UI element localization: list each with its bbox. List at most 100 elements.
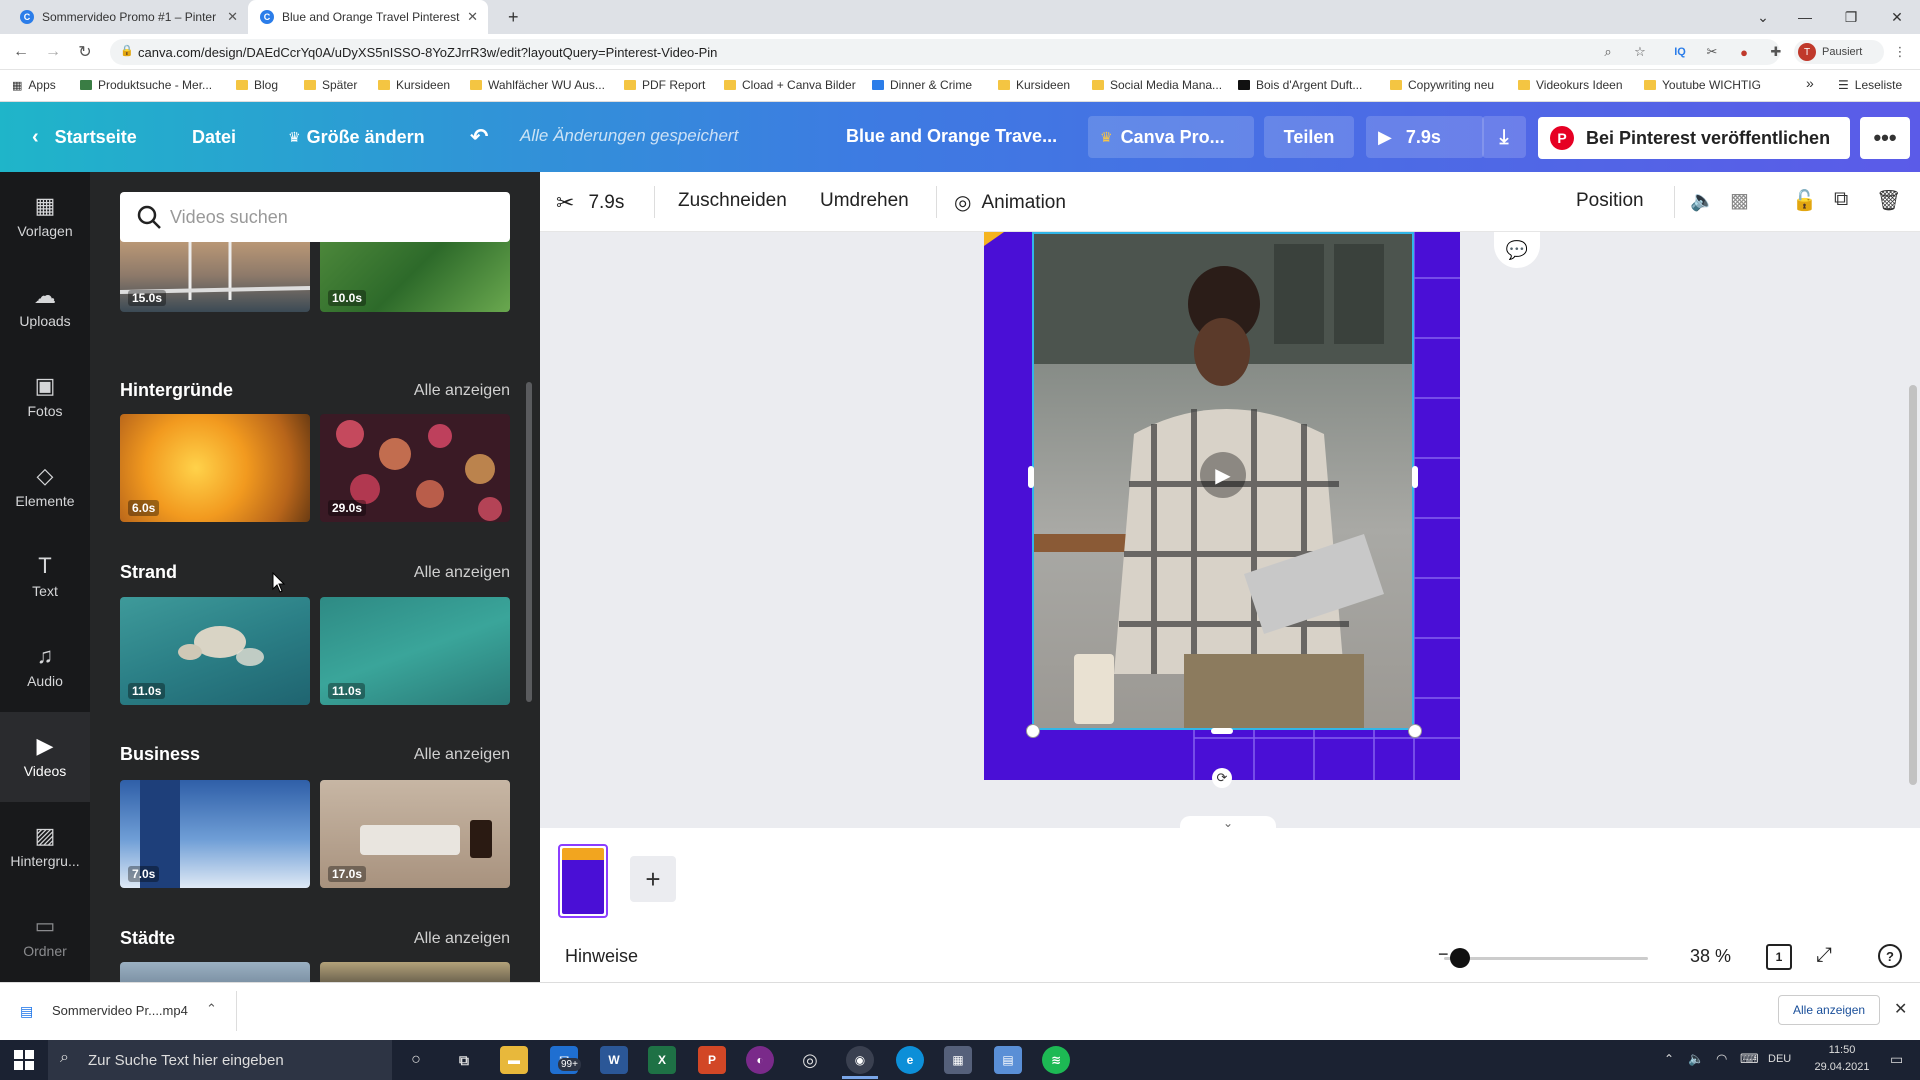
panel-scrollbar[interactable] xyxy=(526,382,532,702)
animation-button[interactable]: ◎ Animation xyxy=(954,190,1066,215)
spotify-icon[interactable]: ≋ xyxy=(1042,1046,1070,1074)
vertical-scrollbar[interactable] xyxy=(1906,232,1920,812)
back-icon[interactable]: ← xyxy=(8,40,34,64)
help-icon[interactable]: ? xyxy=(1878,944,1902,968)
reload-icon[interactable]: ↻ xyxy=(72,40,98,64)
resize-button[interactable]: ♛ Größe ändern xyxy=(276,116,437,158)
tab-search-icon[interactable]: ⌄ xyxy=(1740,0,1786,34)
see-all-link[interactable]: Alle anzeigen xyxy=(414,930,510,948)
extensions-puzzle-icon[interactable]: ✚ xyxy=(1766,42,1786,62)
resize-handle[interactable] xyxy=(1408,724,1422,738)
resize-handle[interactable] xyxy=(1026,724,1040,738)
video-thumbnail[interactable] xyxy=(120,962,310,982)
video-element[interactable]: ▶ xyxy=(1032,232,1414,730)
show-all-downloads-button[interactable]: Alle anzeigen xyxy=(1778,995,1881,1025)
cortana-icon[interactable]: ○ xyxy=(402,1046,430,1074)
zoom-level[interactable]: 38 % xyxy=(1690,946,1731,967)
bookmark-item[interactable]: Wahlfächer WU Aus... xyxy=(470,78,605,92)
zoom-out-icon[interactable]: − xyxy=(1438,944,1449,965)
browser-tab[interactable]: C Sommervideo Promo #1 – Pinter ✕ xyxy=(8,0,248,34)
video-search-input[interactable]: Videos suchen xyxy=(120,192,510,242)
clock-time[interactable]: 11:50 xyxy=(1812,1044,1872,1056)
resize-handle[interactable] xyxy=(1412,466,1418,488)
rail-videos[interactable]: ▶ Videos xyxy=(0,712,90,802)
rail-audio[interactable]: ♫ Audio xyxy=(0,622,90,712)
bookmark-item[interactable]: Kursideen xyxy=(378,78,450,92)
bookmark-item[interactable]: Dinner & Crime xyxy=(872,78,972,92)
wifi-icon[interactable]: ◠ xyxy=(1716,1051,1727,1067)
close-tab-icon[interactable]: ✕ xyxy=(467,9,478,25)
canva-pro-button[interactable]: ♛ Canva Pro... xyxy=(1088,116,1254,158)
play-button[interactable]: ▶ 7.9s xyxy=(1366,116,1484,158)
add-comment-icon[interactable]: 💬 xyxy=(1494,232,1540,268)
delete-icon[interactable]: 🗑 xyxy=(1876,188,1901,213)
app-icon[interactable]: ◐ xyxy=(746,1046,774,1074)
keyboard-icon[interactable]: ⌨ xyxy=(1740,1051,1759,1067)
bookmark-item[interactable]: Bois d'Argent Duft... xyxy=(1238,78,1362,92)
transparency-icon[interactable]: ▩ xyxy=(1730,188,1749,213)
zoom-slider[interactable] xyxy=(1444,957,1648,960)
adblock-extension-icon[interactable]: ● xyxy=(1734,42,1754,62)
download-file-name[interactable]: Sommervideo Pr....mp4 xyxy=(52,1003,188,1018)
speaker-icon[interactable]: 🔈 xyxy=(1688,1051,1704,1067)
fullscreen-icon[interactable]: ⤢ xyxy=(1816,944,1832,967)
bookmark-item[interactable]: PDF Report xyxy=(624,78,705,92)
see-all-link[interactable]: Alle anzeigen xyxy=(414,746,510,764)
notifications-icon[interactable]: ▭ xyxy=(1890,1051,1903,1068)
hints-button[interactable]: Hinweise xyxy=(565,946,638,967)
video-thumbnail[interactable]: 17.0s xyxy=(320,780,510,888)
video-thumbnail[interactable]: 29.0s xyxy=(320,414,510,522)
chrome-icon[interactable]: ◉ xyxy=(846,1046,874,1074)
windows-start-icon[interactable] xyxy=(14,1050,34,1073)
rail-backgrounds[interactable]: ▨ Hintergru... xyxy=(0,802,90,892)
close-icon[interactable]: ✕ xyxy=(1894,999,1907,1019)
document-title[interactable]: Blue and Orange Trave... xyxy=(846,126,1057,147)
word-icon[interactable]: W xyxy=(600,1046,628,1074)
show-pages-toggle[interactable]: ⌄ xyxy=(1180,816,1276,828)
language-indicator[interactable]: DEU xyxy=(1768,1053,1791,1065)
bookmarks-overflow-button[interactable]: » xyxy=(1806,75,1814,91)
see-all-link[interactable]: Alle anzeigen xyxy=(414,564,510,582)
bookmark-star-icon[interactable]: ☆ xyxy=(1630,42,1650,62)
app-icon[interactable]: ▦ xyxy=(944,1046,972,1074)
close-tab-icon[interactable]: ✕ xyxy=(227,9,238,25)
publish-pinterest-button[interactable]: P Bei Pinterest veröffentlichen xyxy=(1538,117,1850,159)
bookmark-item[interactable]: Später xyxy=(304,78,357,92)
close-window-icon[interactable]: ✕ xyxy=(1874,0,1920,34)
trim-button[interactable]: ✂ 7.9s xyxy=(556,190,624,216)
lock-icon[interactable]: 🔓 xyxy=(1792,188,1817,213)
rail-uploads[interactable]: ☁ Uploads xyxy=(0,262,90,352)
page-thumbnail[interactable] xyxy=(558,844,608,918)
play-icon[interactable]: ▶ xyxy=(1200,452,1246,498)
bookmark-item[interactable]: Cload + Canva Bilder xyxy=(724,78,856,92)
zoom-icon[interactable]: ⌕ xyxy=(1598,42,1618,62)
iq-extension-icon[interactable]: IQ xyxy=(1670,42,1690,62)
duplicate-icon[interactable]: ⧉ xyxy=(1834,188,1848,211)
bookmark-item[interactable]: Kursideen xyxy=(998,78,1070,92)
bookmark-apps[interactable]: ▦ Apps xyxy=(12,78,56,92)
video-thumbnail[interactable]: 11.0s xyxy=(320,597,510,705)
volume-icon[interactable]: 🔈 xyxy=(1690,188,1715,213)
page-count-button[interactable]: 1 xyxy=(1766,944,1792,970)
position-button[interactable]: Position xyxy=(1576,190,1644,212)
excel-icon[interactable]: X xyxy=(648,1046,676,1074)
taskbar-search-input[interactable]: ⌕ Zur Suche Text hier eingeben xyxy=(48,1040,392,1080)
forward-icon[interactable]: → xyxy=(40,40,66,64)
video-thumbnail[interactable]: 15.0s xyxy=(120,230,310,312)
bookmark-item[interactable]: Produktsuche - Mer... xyxy=(80,78,212,92)
video-thumbnail[interactable]: 11.0s xyxy=(120,597,310,705)
video-thumbnail[interactable]: 10.0s xyxy=(320,230,510,312)
rail-templates[interactable]: ▦ Vorlagen xyxy=(0,172,90,262)
browser-menu-icon[interactable]: ⋮ xyxy=(1890,42,1910,62)
bookmark-item[interactable]: Youtube WICHTIG xyxy=(1644,78,1761,92)
chevron-up-icon[interactable]: ⌃ xyxy=(206,1001,217,1017)
app-icon[interactable]: ▤ xyxy=(994,1046,1022,1074)
bookmark-item[interactable]: Blog xyxy=(236,78,278,92)
profile-button[interactable]: T Pausiert xyxy=(1794,40,1884,64)
address-bar[interactable]: 🔒 canva.com/design/DAEdCcrYq0A/uDyXS5nIS… xyxy=(110,39,1780,65)
video-thumbnail[interactable]: 6.0s xyxy=(120,414,310,522)
video-thumbnail[interactable] xyxy=(320,962,510,982)
bookmark-item[interactable]: Copywriting neu xyxy=(1390,78,1494,92)
extension-icon[interactable]: ✂ xyxy=(1702,42,1722,62)
browser-tab-active[interactable]: C Blue and Orange Travel Pinterest ✕ xyxy=(248,0,488,34)
